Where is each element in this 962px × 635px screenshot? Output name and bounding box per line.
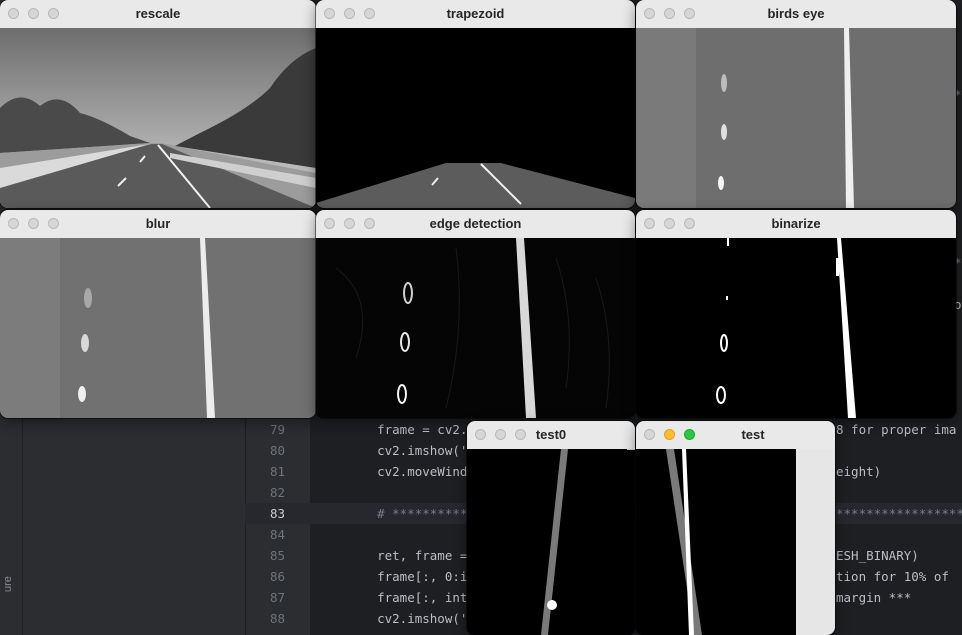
rescale-window[interactable]: rescale xyxy=(0,0,316,208)
rescale-image xyxy=(0,28,316,208)
line-number: 88 xyxy=(269,611,285,626)
line-number: 82 xyxy=(269,485,285,500)
window-titlebar[interactable]: test0 xyxy=(467,421,635,450)
window-title: trapezoid xyxy=(446,6,505,21)
test-window-margin xyxy=(796,449,835,635)
code-fragment: ****************** xyxy=(836,506,962,521)
code-fragment: 8 for proper ima xyxy=(836,422,957,437)
window-title: binarize xyxy=(771,216,821,231)
line-number: 83 xyxy=(269,506,285,521)
line-number: 79 xyxy=(269,422,285,437)
edge-detection-image xyxy=(316,238,635,418)
window-title: test0 xyxy=(535,427,567,442)
code-fragment: eight) xyxy=(836,464,882,479)
window-titlebar[interactable]: edge detection xyxy=(316,210,635,239)
line-number: 81 xyxy=(269,464,285,479)
code-fragment: tion for 10% of xyxy=(836,569,949,584)
line-number: 85 xyxy=(269,548,285,563)
window-title: edge detection xyxy=(429,216,522,231)
window-title: test xyxy=(741,427,765,442)
line-number: 80 xyxy=(269,443,285,458)
line-number: 84 xyxy=(269,527,285,542)
window-title: blur xyxy=(145,216,171,231)
blur-image xyxy=(0,238,316,418)
binarize-window[interactable]: binarize xyxy=(636,210,956,418)
window-title: rescale xyxy=(135,6,181,21)
window-titlebar[interactable]: birds eye xyxy=(636,0,956,29)
window-title: birds eye xyxy=(767,6,825,21)
line-number: 86 xyxy=(269,569,285,584)
code-fragment: margin *** xyxy=(836,590,912,605)
test0-image xyxy=(467,449,627,635)
birds-eye-window[interactable]: birds eye xyxy=(636,0,956,208)
blur-window[interactable]: blur xyxy=(0,210,316,418)
window-titlebar[interactable]: blur xyxy=(0,210,316,239)
test0-window[interactable]: test0 xyxy=(467,421,635,635)
code-fragment: ESH_BINARY) xyxy=(836,548,919,563)
trapezoid-image xyxy=(316,28,635,208)
window-titlebar[interactable]: trapezoid xyxy=(316,0,635,29)
line-number: 87 xyxy=(269,590,285,605)
test-image xyxy=(636,449,796,635)
close-icon[interactable] xyxy=(644,429,655,440)
structure-tab-label[interactable]: ure xyxy=(2,576,14,592)
birds-eye-image xyxy=(636,28,956,208)
binarize-image xyxy=(636,238,956,418)
trapezoid-window[interactable]: trapezoid xyxy=(316,0,635,208)
window-titlebar[interactable]: test xyxy=(636,421,835,450)
test-window[interactable]: test xyxy=(636,421,835,635)
window-titlebar[interactable]: rescale xyxy=(0,0,316,29)
edge-detection-window[interactable]: edge detection xyxy=(316,210,635,418)
window-titlebar[interactable]: binarize xyxy=(636,210,956,239)
